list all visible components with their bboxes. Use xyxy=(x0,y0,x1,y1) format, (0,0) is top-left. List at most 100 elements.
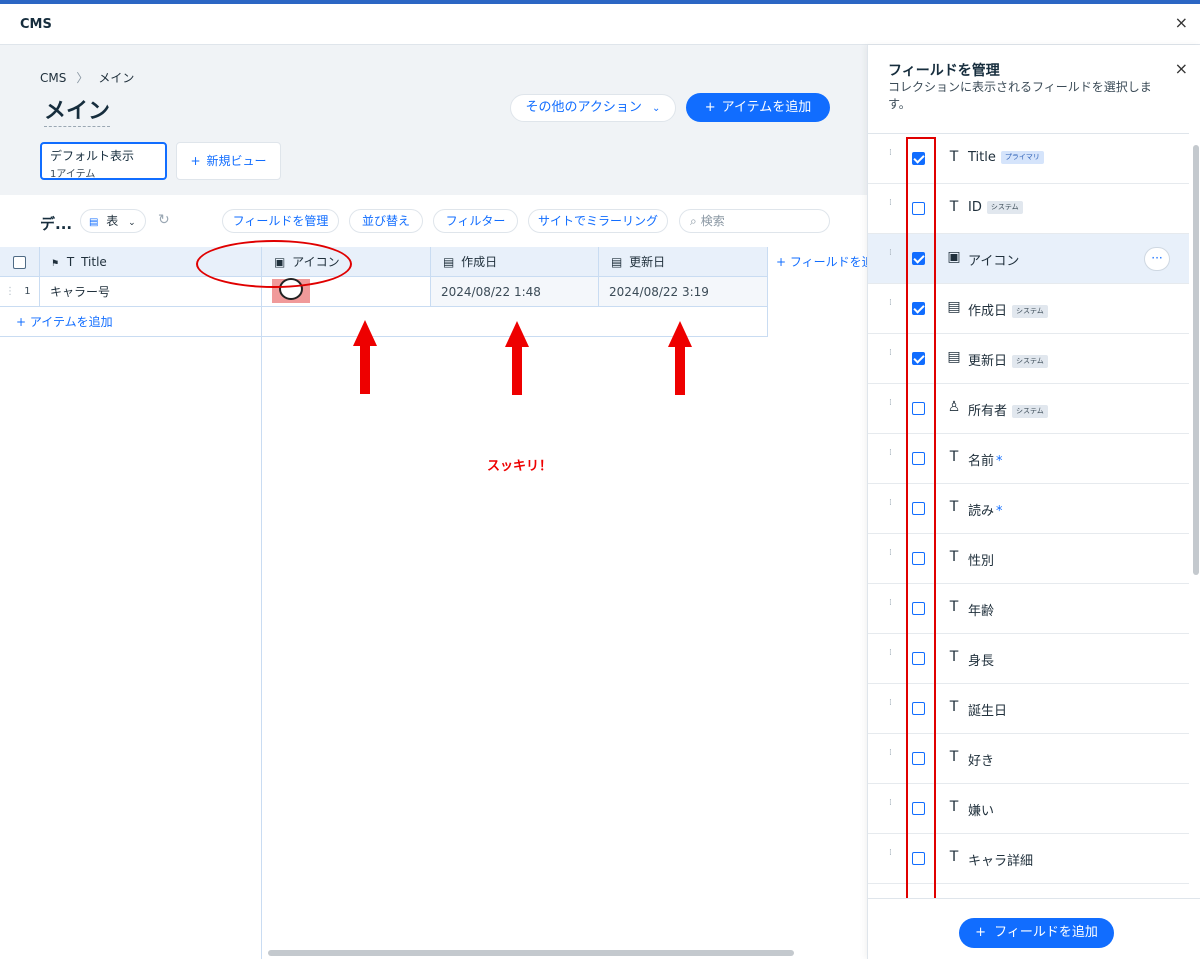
calendar-icon: ▤ xyxy=(947,299,961,315)
field-row[interactable]: ⁞ T 誕生日 xyxy=(868,684,1189,734)
field-row[interactable]: ⁞ ▣ アイコン ··· xyxy=(868,234,1189,284)
column-header-created[interactable]: ▤ 作成日 xyxy=(431,247,599,277)
field-visibility-checkbox[interactable] xyxy=(912,402,925,415)
field-label: 所有者 xyxy=(968,404,1008,419)
required-marker: * xyxy=(996,454,1003,469)
column-header-title[interactable]: ⚑ T Title xyxy=(40,247,262,277)
drag-handle-icon[interactable]: ⁞ xyxy=(889,149,897,168)
panel-close-icon[interactable]: × xyxy=(1175,59,1188,78)
field-visibility-checkbox[interactable] xyxy=(912,652,925,665)
select-all-checkbox[interactable] xyxy=(13,256,26,269)
field-row[interactable]: ⁞ ▤ 作成日 システム xyxy=(868,284,1189,334)
filter-button[interactable]: フィルター xyxy=(433,209,518,233)
breadcrumb-current: メイン xyxy=(98,71,135,85)
field-visibility-checkbox[interactable] xyxy=(912,352,925,365)
field-label: 作成日 xyxy=(968,304,1008,319)
text-field-icon: T xyxy=(949,449,959,465)
refresh-icon[interactable]: ↻ xyxy=(158,212,170,228)
field-row[interactable]: ⁞ T 名前 * xyxy=(868,434,1189,484)
field-row[interactable]: ⁞ T 年齢 xyxy=(868,584,1189,634)
red-arrow-annotation xyxy=(353,320,377,406)
field-row[interactable]: ⁞ T 読み * xyxy=(868,484,1189,534)
add-field-button[interactable]: + フィールドを追加 xyxy=(959,918,1114,948)
view-tab-default[interactable]: デフォルト表示 1アイテム xyxy=(40,142,167,180)
drag-handle-icon[interactable]: ⁞ xyxy=(889,399,897,418)
created-cell[interactable]: 2024/08/22 1:48 xyxy=(431,277,599,307)
field-badge: システム xyxy=(986,201,1023,214)
field-label: 読み xyxy=(968,504,995,519)
drag-handle-icon[interactable]: ⁞ xyxy=(889,499,897,518)
field-visibility-checkbox[interactable] xyxy=(912,152,925,165)
more-actions-button[interactable]: その他のアクション ⌄ xyxy=(510,94,676,122)
field-visibility-checkbox[interactable] xyxy=(912,602,925,615)
drag-handle-icon[interactable]: ⁞ xyxy=(889,299,897,318)
field-row[interactable]: ⁞ T 身長 xyxy=(868,634,1189,684)
new-view-button[interactable]: + 新規ビュー xyxy=(176,142,281,180)
select-all-header xyxy=(0,247,40,277)
add-item-button[interactable]: + アイテムを追加 xyxy=(686,93,830,122)
field-name: 読み * xyxy=(968,500,1003,519)
field-visibility-checkbox[interactable] xyxy=(912,552,925,565)
field-visibility-checkbox[interactable] xyxy=(912,852,925,865)
drag-handle-icon[interactable]: ⁞ xyxy=(889,449,897,468)
modal-close-icon[interactable]: × xyxy=(1175,13,1188,32)
title-cell[interactable]: キャラー号 xyxy=(40,277,262,307)
sort-button[interactable]: 並び替え xyxy=(349,209,423,233)
field-badge: プライマリ xyxy=(1000,151,1044,164)
field-visibility-checkbox[interactable] xyxy=(912,752,925,765)
field-visibility-checkbox[interactable] xyxy=(912,502,925,515)
updated-cell[interactable]: 2024/08/22 3:19 xyxy=(599,277,768,307)
search-input[interactable]: ⌕ 検索 xyxy=(679,209,830,233)
field-name: 誕生日 xyxy=(968,700,1007,719)
field-row[interactable]: ⁞ T 好き xyxy=(868,734,1189,784)
column-header-icon[interactable]: ▣ アイコン xyxy=(262,247,431,277)
drag-handle-icon[interactable]: ⁞ xyxy=(889,799,897,818)
row-number-cell[interactable]: ⋮ 1 xyxy=(0,277,40,307)
breadcrumb-root[interactable]: CMS xyxy=(40,71,66,85)
field-name: キャラ詳細 xyxy=(968,850,1033,869)
drag-handle-icon[interactable]: ⁞ xyxy=(889,199,897,218)
text-field-icon: T xyxy=(949,549,959,565)
drag-handle-icon[interactable]: ⁞ xyxy=(889,549,897,568)
drag-handle-icon[interactable]: ⁞ xyxy=(889,849,897,868)
field-visibility-checkbox[interactable] xyxy=(912,802,925,815)
horizontal-scrollbar[interactable] xyxy=(268,950,794,956)
field-row[interactable]: ⁞ T 嫌い xyxy=(868,784,1189,834)
page-title[interactable]: メイン xyxy=(44,93,111,127)
field-row[interactable]: ⁞ T Title プライマリ xyxy=(868,134,1189,184)
field-row[interactable]: ⁞ ▤ 更新日 システム xyxy=(868,334,1189,384)
field-visibility-checkbox[interactable] xyxy=(912,202,925,215)
icon-cell[interactable] xyxy=(262,277,431,307)
text-field-icon: T xyxy=(949,699,959,715)
image-field-icon: ▣ xyxy=(274,255,286,269)
field-row[interactable]: ⁞ T 性別 xyxy=(868,534,1189,584)
add-item-row-button[interactable]: + アイテムを追加 xyxy=(0,307,262,337)
field-row[interactable]: ⁞ T ID システム xyxy=(868,184,1189,234)
field-row[interactable]: ⁞ ♙ 所有者 システム xyxy=(868,384,1189,434)
more-options-button[interactable]: ··· xyxy=(1144,247,1170,271)
drag-handle-icon[interactable]: ⁞ xyxy=(889,249,897,268)
drag-handle-icon[interactable]: ⁞ xyxy=(889,699,897,718)
chevron-down-icon: ⌄ xyxy=(652,103,661,114)
column-header-updated[interactable]: ▤ 更新日 xyxy=(599,247,768,277)
drag-handle-icon[interactable]: ⁞ xyxy=(889,749,897,768)
calendar-icon: ▤ xyxy=(947,349,961,365)
drag-handle-icon[interactable]: ⁞ xyxy=(889,349,897,368)
field-row[interactable]: ⁞T自己紹 xyxy=(868,884,1189,898)
column-label: 更新日 xyxy=(629,255,666,269)
drag-handle-icon[interactable]: ⁞ xyxy=(889,599,897,618)
layout-select[interactable]: ▤ 表 ⌄ xyxy=(80,209,146,233)
field-visibility-checkbox[interactable] xyxy=(912,252,925,265)
field-visibility-checkbox[interactable] xyxy=(912,452,925,465)
add-field-column-button[interactable]: + フィールドを追 xyxy=(768,247,867,277)
mirror-on-site-button[interactable]: サイトでミラーリング xyxy=(528,209,668,233)
drag-handle-icon[interactable]: ⁞ xyxy=(889,649,897,668)
field-row[interactable]: ⁞ T キャラ詳細 xyxy=(868,834,1189,884)
field-badge: システム xyxy=(1012,305,1048,318)
vertical-scrollbar[interactable] xyxy=(1193,145,1199,575)
field-name: 性別 xyxy=(968,550,994,569)
field-visibility-checkbox[interactable] xyxy=(912,302,925,315)
manage-fields-button[interactable]: フィールドを管理 xyxy=(222,209,339,233)
column-label: 作成日 xyxy=(461,255,498,269)
field-visibility-checkbox[interactable] xyxy=(912,702,925,715)
